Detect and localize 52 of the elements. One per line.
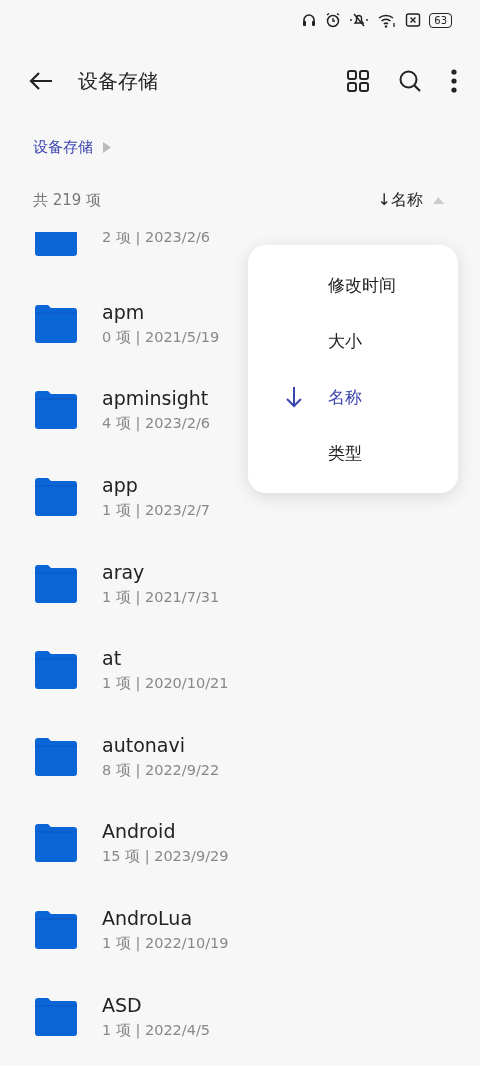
battery-level: 63 [429,12,452,28]
folder-icon [33,477,79,518]
folder-name: apm [102,300,146,323]
folder-icon [33,563,79,604]
sort-button[interactable]: ↓名称 [377,189,423,211]
folder-name: autonavi [102,733,186,756]
folder-name: AndroLua [102,907,194,930]
grid-view-button[interactable] [346,69,370,93]
folder-details: 1 项 | 2021/7/31 [102,587,220,607]
folder-icon [33,390,79,431]
folder-icon [33,736,79,777]
folder-icon [33,910,79,951]
sim-off-icon [405,12,422,28]
folder-details: 8 项 | 2022/9/22 [102,760,220,780]
folder-icon [33,823,79,864]
item-count: 共 219 项 [33,190,102,210]
folder-name: aray [102,560,146,583]
down-arrow-icon [286,386,302,408]
search-button[interactable] [398,69,422,93]
more-button[interactable] [450,69,458,93]
back-button[interactable] [28,71,54,91]
folder-name: Android [102,820,177,843]
folder-icon [33,303,79,344]
folder-icon [33,996,79,1037]
alarm-icon [325,12,342,28]
grid-icon [346,69,370,93]
headphones-icon [301,12,318,28]
folder-details: 15 项 | 2023/9/29 [102,847,229,867]
sort-option[interactable]: 修改时间 [248,257,458,313]
chevron-right-icon [103,141,111,153]
folder-details: 1 项 | 2020/10/21 [102,674,229,694]
folder-details: 0 项 | 2021/5/19 [102,327,220,347]
page-title: 设备存储 [78,67,159,95]
folder-icon [33,650,79,691]
folder-details: 1 项 | 2022/10/19 [102,934,229,954]
sort-option[interactable]: 大小 [248,313,458,369]
breadcrumb-link[interactable]: 设备存储 [33,137,93,157]
search-icon [398,69,422,93]
triangle-up-icon [433,196,444,204]
wifi-icon [377,12,398,28]
folder-details: 4 项 | 2023/2/6 [102,414,211,434]
sort-option[interactable]: 类型 [248,425,458,481]
folder-details: 1 项 | 2022/4/5 [102,1020,211,1040]
folder-name: app [102,474,139,497]
muted-bell-icon [349,12,370,28]
folder-name: ASD [102,993,143,1016]
folder-details: 1 项 | 2023/2/7 [102,501,211,521]
folder-name: apminsight [102,387,210,410]
more-icon [450,69,458,93]
sort-option[interactable]: 名称 [248,369,458,425]
back-arrow-icon [28,71,54,91]
folder-name: at [102,647,123,670]
